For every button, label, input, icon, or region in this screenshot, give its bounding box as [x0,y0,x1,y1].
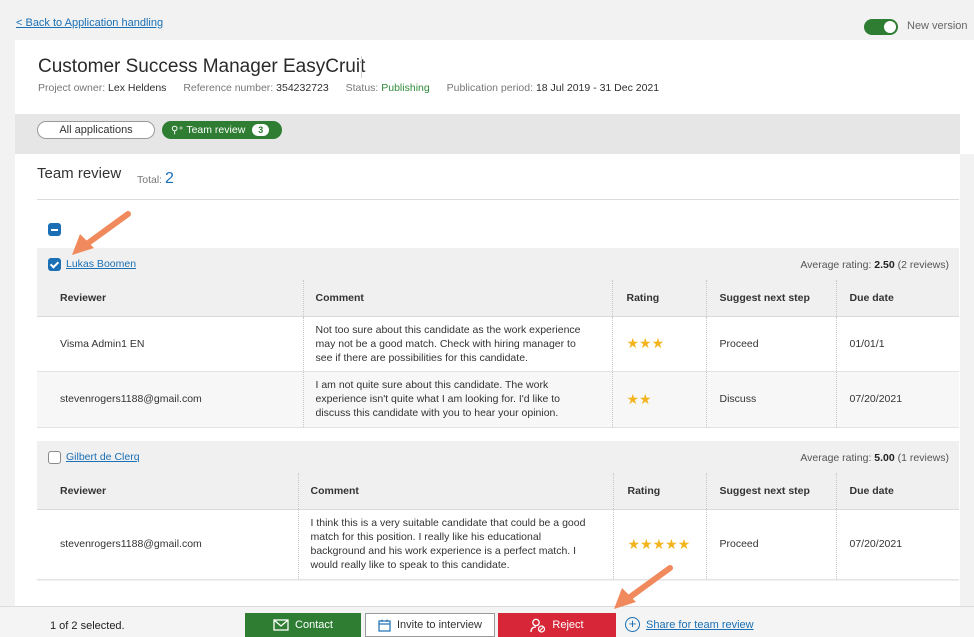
status-value: Publishing [381,82,430,94]
candidate-name-link[interactable]: Lukas Boomen [66,258,136,270]
candidate-header: Gilbert de Clerq Average rating: 5.00 (1… [37,441,959,473]
team-review-icon: ⚲⁺ [171,125,184,136]
next-step-cell: Proceed [705,316,836,372]
annotation-arrow-icon [72,211,131,255]
tab-team-review-label: Team review [186,124,246,136]
section-divider [37,199,959,200]
annotation-arrow-icon [614,565,673,609]
candidate-checkbox[interactable] [48,451,61,464]
review-table: Reviewer Comment Rating Suggest next ste… [37,473,959,580]
table-row: Visma Admin1 EN Not too sure about this … [37,316,959,372]
section-total: Total: 2 [137,170,174,188]
page-title: Customer Success Manager EasyCruit [38,56,366,77]
table-row: stevenrogers1188@gmail.com I think this … [37,509,959,580]
back-to-application-handling-link[interactable]: < Back to Application handling [16,17,163,29]
selection-count: 1 of 2 selected. [50,620,125,632]
review-count: (1 reviews) [897,452,949,464]
col-reviewer: Reviewer [37,280,303,317]
reviewer-cell: stevenrogers1188@gmail.com [37,509,298,580]
average-rating: Average rating: 2.50 (2 reviews) [800,259,949,271]
reference-label: Reference number: [183,82,274,94]
title-divider [361,56,362,78]
col-reviewer: Reviewer [37,473,298,510]
reviewer-cell: stevenrogers1188@gmail.com [37,371,303,428]
review-table: Reviewer Comment Rating Suggest next ste… [37,280,959,428]
job-meta: Project owner: Lex Heldens Reference num… [38,82,659,94]
contact-button-label: Contact [295,619,333,631]
col-rating: Rating [612,473,706,510]
col-rating: Rating [611,280,706,317]
plus-circle-icon: + [625,617,640,632]
section-title: Team review [37,165,122,182]
tab-all-applications[interactable]: All applications [37,121,155,139]
tab-bar: All applications ⚲⁺ Team review 3 [15,114,960,154]
table-row: stevenrogers1188@gmail.com I am not quit… [37,371,959,428]
left-gutter [0,40,15,606]
next-step-cell: Discuss [705,371,836,428]
tab-team-review[interactable]: ⚲⁺ Team review 3 [162,121,282,139]
new-version-label: New version [907,20,968,32]
invite-button-label: Invite to interview [397,619,482,631]
star-rating-icon: ★★★ [626,335,665,351]
top-bar: < Back to Application handling New versi… [0,0,974,40]
average-rating-value: 5.00 [874,452,895,464]
reviewer-cell: Visma Admin1 EN [37,316,303,372]
average-rating-label: Average rating: [800,259,872,271]
average-rating-value: 2.50 [874,259,895,271]
status-label: Status: [345,82,379,94]
candidate-header: Lukas Boomen Average rating: 2.50 (2 rev… [37,248,959,280]
publication-label: Publication period: [446,82,534,94]
table-header-row: Reviewer Comment Rating Suggest next ste… [37,473,959,510]
next-step-cell: Proceed [705,509,836,580]
candidate-card: Lukas Boomen Average rating: 2.50 (2 rev… [37,248,959,428]
due-date-cell: 07/20/2021 [835,509,959,580]
comment-cell: I think this is a very suitable candidat… [297,509,613,580]
due-date-cell: 01/01/1 [835,316,959,372]
total-count: 2 [165,170,174,187]
rating-cell: ★★★ [611,316,706,372]
table-header-row: Reviewer Comment Rating Suggest next ste… [37,280,959,317]
star-rating-icon: ★★ [626,390,652,407]
col-due-date: Due date [835,473,959,510]
comment-cell: Not too sure about this candidate as the… [302,316,612,372]
total-label: Total: [137,174,163,186]
reject-person-icon [530,618,546,633]
rating-cell: ★★ [611,371,706,428]
comment-cell: I am not quite sure about this candidate… [302,371,612,428]
reject-button[interactable]: Reject [498,613,616,637]
reference-value: 354232723 [276,82,329,94]
average-rating-label: Average rating: [800,452,872,464]
publication-value: 18 Jul 2019 - 31 Dec 2021 [535,82,660,94]
due-date-cell: 07/20/2021 [835,371,959,428]
project-owner-value: Lex Heldens [108,82,167,94]
invite-to-interview-button[interactable]: Invite to interview [365,613,495,637]
review-count: (2 reviews) [897,259,949,271]
share-for-team-review[interactable]: + Share for team review [625,617,754,632]
average-rating: Average rating: 5.00 (1 reviews) [800,452,949,464]
col-next-step: Suggest next step [705,280,836,317]
select-all-checkbox[interactable] [48,223,61,236]
envelope-icon [273,619,289,631]
team-review-count-badge: 3 [252,124,270,136]
reject-button-label: Reject [552,619,584,631]
job-header: Customer Success Manager EasyCruit Proje… [15,40,960,114]
candidate-card: Gilbert de Clerq Average rating: 5.00 (1… [37,441,959,581]
new-version-toggle[interactable] [864,19,898,35]
candidate-name-link[interactable]: Gilbert de Clerq [66,451,140,463]
star-rating-icon: ★★★★★ [627,535,691,552]
col-comment: Comment [302,280,612,317]
calendar-icon [378,619,391,632]
col-comment: Comment [297,473,613,510]
col-next-step: Suggest next step [705,473,836,510]
project-owner-label: Project owner: [38,82,106,94]
contact-button[interactable]: Contact [245,613,361,637]
col-due-date: Due date [835,280,959,317]
share-for-team-review-link[interactable]: Share for team review [646,619,754,631]
scrollbar[interactable] [960,154,974,606]
candidate-checkbox[interactable] [48,258,61,271]
